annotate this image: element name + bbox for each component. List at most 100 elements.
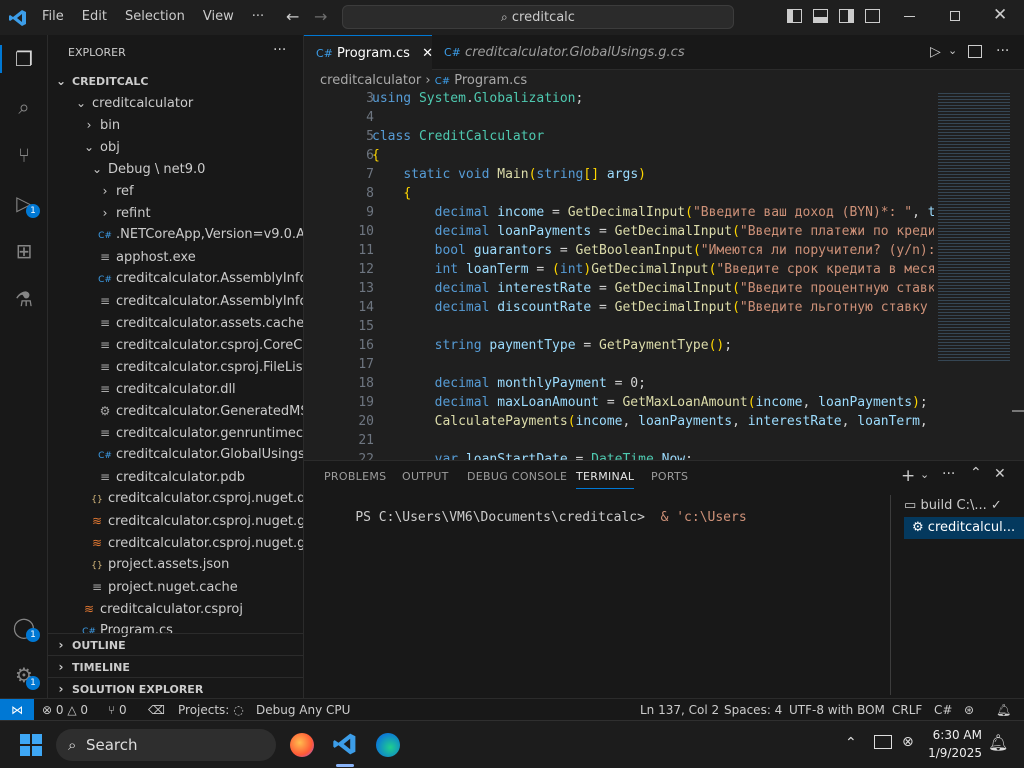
minimap[interactable]	[934, 92, 1024, 460]
clock-date[interactable]: 1/9/2025	[926, 746, 982, 760]
panel-tab-terminal[interactable]: TERMINAL	[576, 470, 635, 489]
tree-item[interactable]: ⚙creditcalculator.GeneratedMSBui...	[48, 400, 303, 422]
code-line[interactable]: 3 using System.Globalization;	[304, 89, 934, 108]
code-line[interactable]: 17	[304, 355, 934, 374]
tree-item[interactable]: C#.NETCoreApp,Version=v9.0.Asse...	[48, 224, 303, 246]
build-icon[interactable]: ⌫	[148, 699, 165, 721]
minimize-icon[interactable]	[904, 16, 915, 17]
code-line[interactable]: 6{	[304, 146, 934, 165]
run-icon[interactable]: ▷	[930, 44, 941, 60]
tree-item[interactable]: ≋creditcalculator.csproj.nuget.g.pro...	[48, 510, 303, 532]
terminal-output[interactable]: PS C:\Users\VM6\Documents\creditcalc> & …	[324, 495, 746, 540]
toggle-panel-icon[interactable]	[813, 9, 828, 23]
tree-item[interactable]: ≡ project.nuget.cache	[48, 576, 303, 598]
command-center-search[interactable]: ⌕ creditcalc	[342, 5, 734, 29]
terminal-list-item-creditcalc[interactable]: ⚙ creditcalcul...	[904, 517, 1024, 539]
terminal-dropdown-icon[interactable]: ⌄	[920, 468, 929, 481]
notifications-bell-icon[interactable]: 🔔︎	[996, 699, 1011, 721]
tree-item[interactable]: › bin	[48, 114, 303, 136]
tree-item[interactable]: ≡creditcalculator.genruntimeconfi...	[48, 422, 303, 444]
code-line[interactable]: 12 int loanTerm = (int)GetDecimalInput("…	[304, 260, 934, 279]
toggle-secondary-sidebar-icon[interactable]	[839, 9, 854, 23]
tree-item[interactable]: ≋creditcalculator.csproj.nuget.g.tar...	[48, 532, 303, 554]
tree-item[interactable]: {}creditcalculator.csproj.nuget.dgsp...	[48, 488, 303, 510]
restore-icon[interactable]	[950, 11, 960, 21]
tree-item[interactable]: ≋ creditcalculator.csproj	[48, 598, 303, 620]
tab-program-cs[interactable]: C# Program.cs ✕	[304, 35, 433, 70]
tree-item[interactable]: ≡creditcalculator.csproj.CoreCom...	[48, 334, 303, 356]
tree-item[interactable]: C#creditcalculator.GlobalUsings.g.cs	[48, 444, 303, 466]
run-dropdown-icon[interactable]: ⌄	[948, 44, 957, 57]
show-hidden-icons-chevron[interactable]: ⌃	[845, 735, 857, 751]
testing-icon[interactable]: ⚗	[10, 285, 38, 313]
panel-tab-ports[interactable]: PORTS	[651, 470, 688, 483]
tree-item[interactable]: › refint	[48, 202, 303, 224]
code-line[interactable]: 14 decimal discountRate = GetDecimalInpu…	[304, 298, 934, 317]
notification-bell-icon[interactable]: 🔔︎	[988, 733, 1008, 752]
tree-item[interactable]: ⌄ Debug \ net9.0	[48, 158, 303, 180]
taskbar-search[interactable]: ⌕ Search	[56, 729, 276, 761]
source-control-icon[interactable]: ⑂	[10, 141, 38, 169]
ports-status[interactable]: ⑂ 0	[108, 699, 127, 721]
indentation-status[interactable]: Spaces: 4	[724, 699, 782, 721]
explorer-icon[interactable]: ❐	[10, 45, 38, 73]
remote-indicator[interactable]: ⋈	[0, 699, 34, 721]
menu-selection[interactable]: Selection	[116, 9, 194, 24]
menu-file[interactable]: File	[33, 9, 73, 24]
code-line[interactable]: 15	[304, 317, 934, 336]
code-line[interactable]: 10 decimal loanPayments = GetDecimalInpu…	[304, 222, 934, 241]
network-icon[interactable]: ⊗	[902, 734, 914, 750]
terminal-list-item-build[interactable]: ▭ build C:\... ✓	[904, 495, 1024, 517]
code-line[interactable]: 8 {	[304, 184, 934, 203]
windows-start-icon[interactable]	[20, 734, 42, 756]
tree-item[interactable]: ≡ apphost.exe	[48, 246, 303, 268]
code-line[interactable]: 21	[304, 431, 934, 450]
customize-layout-icon[interactable]	[865, 9, 880, 23]
tree-item[interactable]: ≡ creditcalculator.assets.cache	[48, 312, 303, 334]
breadcrumb-file[interactable]: Program.cs	[454, 73, 527, 88]
clock-time[interactable]: 6:30 AM	[930, 728, 982, 742]
menu-view[interactable]: View	[194, 9, 243, 24]
toggle-sidebar-icon[interactable]	[787, 9, 802, 23]
display-icon[interactable]	[874, 735, 892, 749]
code-line[interactable]: 18 decimal monthlyPayment = 0;	[304, 374, 934, 393]
code-line[interactable]: 13 decimal interestRate = GetDecimalInpu…	[304, 279, 934, 298]
copilot-icon[interactable]: ⊛	[964, 699, 974, 721]
code-line[interactable]: 19 decimal maxLoanAmount = GetMaxLoanAmo…	[304, 393, 934, 412]
search-view-icon[interactable]: ⌕	[10, 93, 38, 121]
tree-item[interactable]: C#creditcalculator.AssemblyInfo.cs	[48, 268, 303, 290]
encoding-status[interactable]: UTF-8 with BOM	[789, 699, 885, 721]
language-status[interactable]: C#	[934, 699, 952, 721]
problems-status[interactable]: ⊗ 0 △ 0	[42, 699, 88, 721]
vscode-taskbar-icon[interactable]	[332, 731, 358, 757]
split-editor-icon[interactable]	[968, 45, 982, 58]
panel-tab-debug-console[interactable]: DEBUG CONSOLE	[467, 470, 567, 483]
tab-global-usings[interactable]: C# creditcalculator.GlobalUsings.g.cs	[432, 35, 685, 70]
breadcrumb-folder[interactable]: creditcalculator	[320, 73, 421, 88]
forward-arrow-icon[interactable]: →	[314, 7, 327, 26]
section-solution-explorer[interactable]: › SOLUTION EXPLORER	[48, 677, 303, 698]
menu-edit[interactable]: Edit	[73, 9, 116, 24]
close-panel-icon[interactable]: ✕	[994, 466, 1006, 482]
tree-item[interactable]: ⌄ creditcalculator	[48, 92, 303, 114]
tree-item[interactable]: ⌄ obj	[48, 136, 303, 158]
tree-item[interactable]: ≡ creditcalculator.pdb	[48, 466, 303, 488]
explorer-root[interactable]: ⌄ CREDITCALC	[48, 70, 303, 92]
cursor-position[interactable]: Ln 137, Col 2	[640, 699, 719, 721]
panel-more-icon[interactable]: ···	[942, 466, 955, 482]
tree-item[interactable]: › ref	[48, 180, 303, 202]
projects-status[interactable]: Projects: ◌	[178, 699, 244, 721]
new-terminal-icon[interactable]: +	[901, 466, 915, 486]
edge-icon[interactable]	[376, 733, 400, 757]
back-arrow-icon[interactable]: ←	[286, 7, 299, 26]
firefox-icon[interactable]	[290, 733, 314, 757]
code-line[interactable]: 16 string paymentType = GetPaymentType()…	[304, 336, 934, 355]
panel-tab-output[interactable]: OUTPUT	[402, 470, 449, 483]
code-line[interactable]: 5 class CreditCalculator	[304, 127, 934, 146]
code-line[interactable]: 4	[304, 108, 934, 127]
editor-more-icon[interactable]: ···	[996, 43, 1009, 59]
menu-more[interactable]: ···	[243, 9, 273, 24]
tree-item[interactable]: ≡ creditcalculator.dll	[48, 378, 303, 400]
code-line[interactable]: 11 bool guarantors = GetBooleanInput("Им…	[304, 241, 934, 260]
tree-item[interactable]: {} project.assets.json	[48, 554, 303, 576]
